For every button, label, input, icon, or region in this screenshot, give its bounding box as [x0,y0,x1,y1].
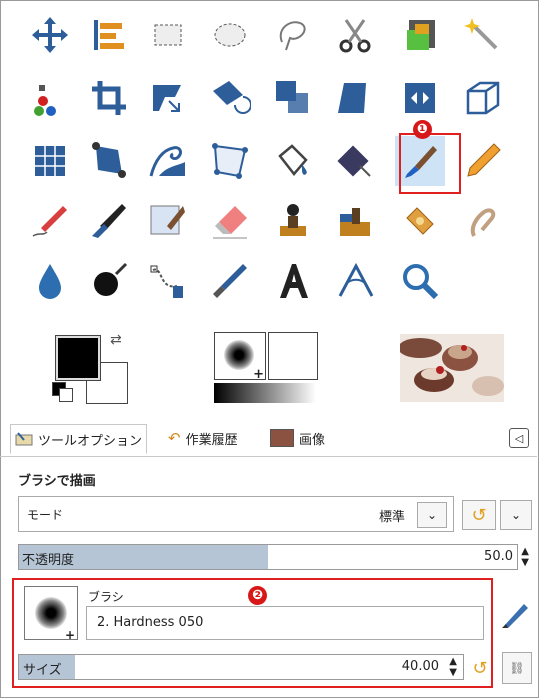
brush-thumbnail[interactable]: + [24,586,78,642]
opacity-spin-icon[interactable]: ▲ ▼ [521,546,529,568]
reset-size-icon[interactable]: ↺ [466,654,494,682]
mode-label: モード [27,508,64,522]
brush-preview[interactable]: + [214,332,266,382]
ellipse-select-icon[interactable] [205,10,255,60]
mypaint-brush-icon[interactable] [143,196,193,246]
text-icon[interactable] [268,256,318,306]
heal-icon[interactable] [330,196,380,246]
tab-history-label: 作業履歴 [185,432,238,448]
brush-label: ブラシ [88,590,124,604]
unified-transform-icon[interactable] [143,73,193,123]
brush-name: 2. Hardness 050 [97,615,204,630]
opacity-label: 不透明度 [22,553,75,568]
align-icon[interactable] [84,10,134,60]
color-picker-icon[interactable] [205,256,255,306]
free-select-icon[interactable] [268,10,318,60]
measure-icon[interactable] [330,256,380,306]
default-colors-bg [59,388,73,402]
mode-value: 標準 [378,510,405,525]
marker-two: ❷ [248,586,267,605]
gradient-icon[interactable] [330,136,380,186]
handle-transform-icon[interactable] [84,136,134,186]
tab-images[interactable]: 画像 [266,424,329,452]
tab-tool-options[interactable]: ツールオプション [10,424,148,454]
crop-icon[interactable] [84,73,134,123]
select-by-color-icon[interactable] [25,73,75,123]
foreground-color[interactable] [55,335,101,381]
gradient-preview[interactable] [214,383,316,403]
smudge-dot-icon[interactable] [84,256,134,306]
opacity-slider[interactable]: 不透明度 50.0 ▲ ▼ [18,544,537,570]
reset-mode-icon[interactable]: ↺ [462,500,496,530]
image-tab-icon [270,429,294,447]
tab-menu-button[interactable]: ◁ [509,428,529,448]
tool-title: ブラシで描画 [18,474,96,489]
pattern-preview[interactable] [268,332,318,380]
size-value: 40.00 [401,659,439,674]
eraser-icon[interactable] [205,196,255,246]
opacity-value: 50.0 [484,549,513,564]
paintbrush-icon[interactable] [395,136,445,186]
clone-icon[interactable] [268,196,318,246]
dock-tabs: ツールオプション ↶ 作業履歴 画像 ◁ [0,420,537,457]
size-label: サイズ [23,663,62,678]
tab-tool-options-label: ツールオプション [38,433,143,449]
link-size-icon[interactable]: ⛓ [502,652,532,684]
zoom-icon[interactable] [395,256,445,306]
perspective-cage-icon[interactable] [458,73,508,123]
airbrush-icon[interactable] [25,196,75,246]
pencil-icon[interactable] [458,136,508,186]
mode-dropdown-icon[interactable]: ⌄ [417,502,447,528]
move-icon[interactable] [25,10,75,60]
mode-options-dropdown[interactable]: ⌄ [500,500,532,530]
dodge-icon[interactable] [25,256,75,306]
ink-icon[interactable] [84,196,134,246]
marker-one: ❶ [413,120,432,139]
scissors-select-icon[interactable] [330,10,380,60]
fuzzy-select-icon[interactable] [458,10,508,60]
smudge-icon[interactable] [395,196,445,246]
bucket-fill-icon[interactable] [268,136,318,186]
foreground-select-icon[interactable] [395,10,445,60]
blur-icon[interactable] [458,196,508,246]
rect-select-icon[interactable] [143,10,193,60]
brush-name-field[interactable]: 2. Hardness 050 [86,606,484,640]
size-spin-icon[interactable]: ▲ ▼ [449,656,457,678]
fg-bg-colors[interactable]: ⇄ [52,332,132,404]
size-slider[interactable]: サイズ 40.00 ▲ ▼ [18,654,464,680]
edit-brush-icon[interactable] [500,598,532,634]
perspective-icon[interactable] [25,136,75,186]
cage-transform-icon[interactable] [205,136,255,186]
undo-history-icon: ↶ [168,429,181,447]
swap-colors-icon[interactable]: ⇄ [110,332,122,348]
tab-images-label: 画像 [299,432,326,448]
tab-history[interactable]: ↶ 作業履歴 [164,424,242,452]
warp-icon[interactable] [143,136,193,186]
scale-icon[interactable] [268,73,318,123]
mode-select[interactable]: モード 標準 ⌄ [18,496,454,532]
tool-options-icon [15,432,33,446]
shear-icon[interactable] [330,73,380,123]
flip-icon[interactable] [395,73,445,123]
opacity-track [18,544,518,570]
image-thumbnail[interactable] [400,334,504,402]
rotate-icon[interactable] [205,73,255,123]
paths-icon[interactable] [143,256,193,306]
